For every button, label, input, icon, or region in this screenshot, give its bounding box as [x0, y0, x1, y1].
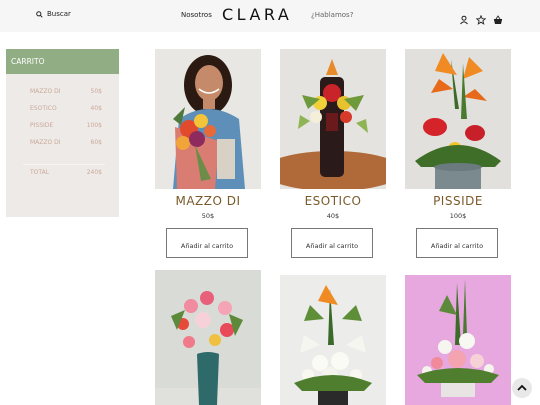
cart-item-price: 100$ — [86, 122, 102, 129]
product-image-white-lilies[interactable] — [280, 275, 386, 405]
product-image-mazzo-di[interactable] — [155, 49, 261, 189]
cart-total-value: 240$ — [86, 169, 102, 176]
nav-nosotros[interactable]: Nosotros — [181, 11, 212, 19]
product-image-pisside[interactable] — [405, 49, 511, 189]
product-image-vase-roses[interactable] — [155, 270, 261, 405]
cart-item-price: 60$ — [90, 139, 102, 146]
product-name: ESOTICO — [304, 194, 362, 208]
cart-item-name: PISSIDE — [30, 122, 54, 129]
add-to-cart-button[interactable]: Añadir al carrito — [291, 228, 373, 258]
cart-item: MAZZO DI 60$ — [30, 139, 102, 146]
product-image-esotico[interactable] — [280, 49, 386, 189]
cart-item-price: 40$ — [90, 105, 102, 112]
add-to-cart-button[interactable]: Añadir al carrito — [166, 228, 248, 258]
product-image-pink-arrangement[interactable] — [405, 275, 511, 405]
cart-divider — [23, 164, 105, 165]
cart-item-name: MAZZO DI — [30, 139, 61, 146]
search-label: Buscar — [47, 10, 71, 18]
cart-item-name: ESOTICO — [30, 105, 57, 112]
cart-item-name: MAZZO DI — [30, 88, 61, 95]
cart-item: MAZZO DI 50$ — [30, 88, 102, 95]
add-to-cart-button[interactable]: Añadir al carrito — [416, 228, 498, 258]
search-link[interactable]: Buscar — [36, 10, 71, 18]
chevron-up-icon — [517, 384, 527, 391]
top-header: Buscar Nosotros CLARA ¿Hablamos? — [0, 0, 540, 32]
star-icon[interactable] — [475, 10, 487, 25]
product-price: 50$ — [201, 212, 215, 220]
logo[interactable]: CLARA — [222, 5, 292, 24]
user-icon[interactable] — [459, 10, 469, 25]
cart-panel: CARRITO MAZZO DI 50$ ESOTICO 40$ PISSIDE… — [6, 49, 119, 217]
product-name: PISSIDE — [433, 194, 483, 208]
search-icon — [36, 10, 43, 18]
nav-hablamos[interactable]: ¿Hablamos? — [311, 11, 353, 19]
cart-total-label: TOTAL — [30, 169, 50, 176]
back-to-top-button[interactable] — [512, 378, 532, 398]
basket-icon[interactable] — [493, 10, 503, 24]
cart-total: TOTAL 240$ — [30, 169, 102, 176]
product-price: 100$ — [449, 212, 467, 220]
cart-item: PISSIDE 100$ — [30, 122, 102, 129]
product-price: 40$ — [326, 212, 340, 220]
cart-item-price: 50$ — [90, 88, 102, 95]
cart-item: ESOTICO 40$ — [30, 105, 102, 112]
product-name: MAZZO DI — [175, 194, 241, 208]
cart-title: CARRITO — [6, 49, 119, 74]
